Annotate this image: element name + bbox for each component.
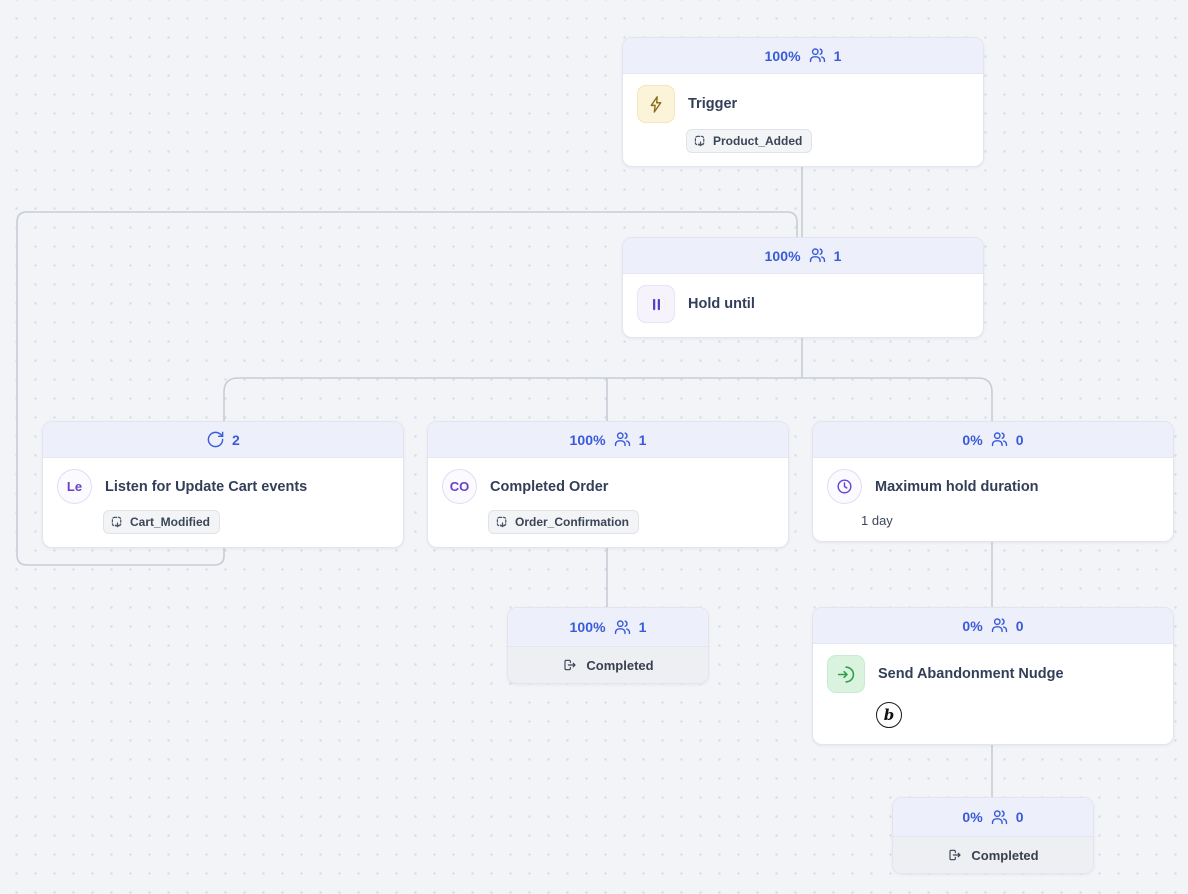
exit-label-row: Completed [893, 837, 1093, 873]
users-icon [990, 808, 1009, 827]
node-title: Listen for Update Cart events [105, 479, 307, 495]
selection-icon [111, 516, 124, 529]
percent-stat: 100% [569, 619, 605, 635]
node-exit-completed-nudge[interactable]: 0% 0 Completed [892, 797, 1094, 874]
selection-icon [496, 516, 509, 529]
node-stats-header: 2 [43, 422, 403, 458]
node-title: Completed Order [490, 479, 608, 495]
event-badge: Cart_Modified [103, 510, 220, 534]
node-stats-header: 100% 1 [623, 38, 983, 74]
node-title: Maximum hold duration [875, 479, 1039, 495]
node-trigger[interactable]: 100% 1 Trigger Product_Added [622, 37, 984, 167]
event-badge: Order_Confirmation [488, 510, 639, 534]
percent-stat: 0% [962, 809, 982, 825]
selection-icon [694, 135, 707, 148]
journey-canvas: 100% 1 Trigger Product_Added 100% [0, 0, 1188, 894]
exit-label: Completed [971, 848, 1038, 863]
count-stat: 1 [834, 48, 842, 64]
lightning-icon [637, 85, 675, 123]
count-stat: 0 [1016, 618, 1024, 634]
count-stat: 0 [1016, 809, 1024, 825]
refresh-icon [206, 430, 225, 449]
node-send-abandonment-nudge[interactable]: 0% 0 Send Abandonment Nudge b [812, 607, 1174, 745]
node-listen-cart-events[interactable]: 2 Le Listen for Update Cart events Cart_… [42, 421, 404, 548]
enter-arrow-icon [827, 655, 865, 693]
count-stat: 1 [834, 248, 842, 264]
count-stat: 1 [639, 432, 647, 448]
braze-channel-icon: b [876, 702, 902, 728]
percent-stat: 0% [962, 618, 982, 634]
users-icon [613, 618, 632, 637]
event-badge: Product_Added [686, 129, 812, 153]
avatar-co: CO [442, 469, 477, 504]
node-stats-header: 100% 1 [508, 608, 708, 647]
percent-stat: 100% [764, 248, 800, 264]
users-icon [990, 616, 1009, 635]
avatar-le: Le [57, 469, 92, 504]
count-stat: 2 [232, 432, 240, 448]
node-stats-header: 0% 0 [813, 608, 1173, 644]
users-icon [808, 46, 827, 65]
count-stat: 1 [639, 619, 647, 635]
exit-label: Completed [586, 658, 653, 673]
percent-stat: 100% [569, 432, 605, 448]
node-title: Hold until [688, 296, 755, 312]
users-icon [990, 430, 1009, 449]
pause-icon [637, 285, 675, 323]
clock-icon [827, 469, 862, 504]
node-completed-order[interactable]: 100% 1 CO Completed Order Order_Confirma… [427, 421, 789, 548]
node-max-hold-duration[interactable]: 0% 0 Maximum hold duration 1 day [812, 421, 1174, 542]
exit-icon [947, 847, 963, 863]
hold-duration-value: 1 day [861, 513, 1159, 528]
exit-label-row: Completed [508, 647, 708, 683]
node-stats-header: 0% 0 [893, 798, 1093, 837]
node-hold-until[interactable]: 100% 1 Hold until [622, 237, 984, 338]
exit-icon [562, 657, 578, 673]
node-title: Trigger [688, 96, 737, 112]
percent-stat: 0% [962, 432, 982, 448]
node-stats-header: 0% 0 [813, 422, 1173, 458]
count-stat: 0 [1016, 432, 1024, 448]
users-icon [808, 246, 827, 265]
node-stats-header: 100% 1 [623, 238, 983, 274]
users-icon [613, 430, 632, 449]
node-stats-header: 100% 1 [428, 422, 788, 458]
node-title: Send Abandonment Nudge [878, 666, 1064, 682]
node-exit-completed-order[interactable]: 100% 1 Completed [507, 607, 709, 684]
percent-stat: 100% [764, 48, 800, 64]
